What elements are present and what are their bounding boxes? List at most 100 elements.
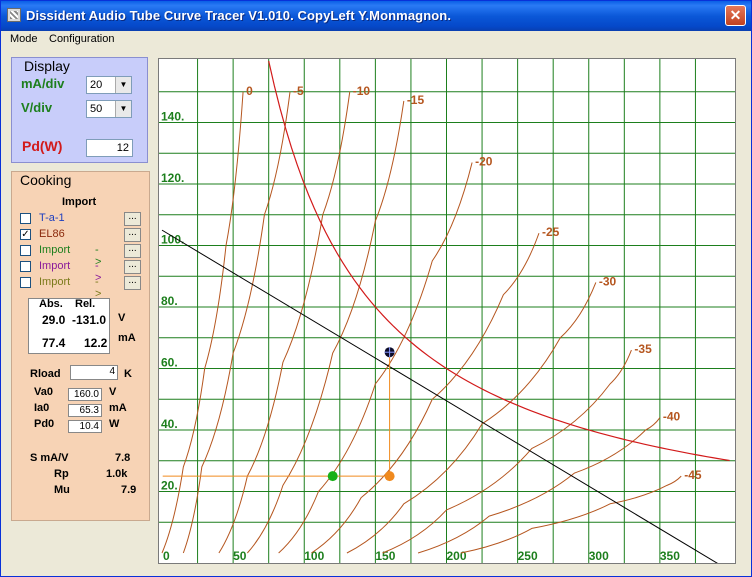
rload-input[interactable]: 4 — [70, 365, 118, 380]
transconductance-value: 7.8 — [115, 452, 131, 464]
current-unit: mA — [118, 332, 136, 344]
curve-label: -35 — [634, 342, 652, 356]
pd0-unit: W — [109, 418, 120, 430]
x-tick-label: 50 — [233, 549, 247, 563]
rel-header: Rel. — [75, 298, 96, 310]
window-title: Dissident Audio Tube Curve Tracer V1.010… — [26, 8, 452, 23]
curve-label: -30 — [599, 274, 617, 288]
y-tick-label: 80. — [161, 294, 178, 308]
tube-name: Import — [39, 244, 71, 256]
x-tick-label: 300 — [589, 549, 609, 563]
ia0-value: 65.3 — [68, 404, 102, 417]
pd0-value: 10.4 — [68, 420, 102, 433]
cooking-panel-title: Cooking — [20, 172, 72, 188]
ma-div-select[interactable]: 20 ▼ — [86, 76, 132, 94]
y-tick-label: 40. — [161, 417, 178, 431]
curve-plot[interactable]: 0 50 100 150 200 250 300 350 20. 40. 60. 80. 100. 120… — [158, 58, 736, 564]
grid-curve — [182, 91, 291, 554]
ia0-label: Ia0 — [34, 402, 50, 414]
cooking-panel: Cooking Import T-a-1 ✓ EL86 Import -> Im… — [11, 171, 150, 521]
menu-bar: Mode Configuration — [1, 31, 751, 49]
tube-browse-button[interactable]: ... — [124, 228, 141, 242]
import-title: Import — [62, 196, 97, 208]
tube-checkbox[interactable] — [20, 261, 31, 272]
title-bar[interactable]: Dissident Audio Tube Curve Tracer V1.010… — [1, 1, 751, 31]
v-div-value: 50 — [90, 103, 103, 115]
y-tick-label: 120. — [161, 171, 184, 185]
curve-label: -25 — [542, 225, 560, 239]
y-tick-label: 140. — [161, 110, 184, 124]
display-panel-title: Display — [22, 58, 72, 74]
curve-label: -20 — [475, 154, 493, 168]
rel-voltage: -131.0 — [72, 313, 107, 327]
tube-checkbox[interactable] — [20, 277, 31, 288]
chevron-down-icon[interactable]: ▼ — [115, 77, 131, 93]
ma-div-value: 20 — [90, 79, 103, 91]
tube-checkbox[interactable] — [20, 213, 31, 224]
curve-label: -45 — [684, 468, 702, 482]
y-tick-label: 20. — [161, 479, 178, 493]
ma-div-label: mA/div — [21, 76, 65, 91]
rp-value: 1.0k — [106, 468, 128, 480]
grid-curve — [311, 233, 540, 554]
rload-label: Rload — [30, 368, 61, 380]
tube-name: T-a-1 — [39, 212, 65, 224]
curve-label: 0 — [246, 84, 253, 98]
x-tick-label: 250 — [518, 549, 538, 563]
close-button[interactable]: ✕ — [725, 5, 746, 26]
pd0-label: Pd0 — [34, 418, 55, 430]
cursor-origin-marker — [327, 471, 338, 482]
curve-plot-svg[interactable]: 0 50 100 150 200 250 300 35020.40.60.80.100.120… — [159, 59, 735, 563]
y-tick-label: 100. — [161, 233, 184, 247]
curve-label: -40 — [663, 410, 681, 424]
va0-unit: V — [109, 386, 117, 398]
cursor-marker — [384, 471, 395, 482]
voltage-unit: V — [118, 312, 126, 324]
pd-label: Pd(W) — [22, 138, 63, 154]
x-tick-label: 0 — [163, 549, 170, 563]
curve-label: -10 — [353, 84, 371, 98]
x-tick-label: 200 — [447, 549, 467, 563]
power-hyperbola — [268, 60, 730, 462]
display-panel: Display mA/div 20 ▼ V/div 50 ▼ Pd(W) 12 — [11, 57, 148, 163]
tube-name: Import — [39, 276, 71, 288]
ia0-unit: mA — [109, 402, 127, 414]
grid-curve — [417, 417, 661, 554]
tube-name: EL86 — [39, 228, 65, 240]
tube-browse-button[interactable]: ... — [124, 260, 141, 274]
y-tick-label: 60. — [161, 356, 178, 370]
tube-browse-button[interactable]: ... — [124, 244, 141, 258]
curve-label: -15 — [407, 93, 425, 107]
app-icon — [7, 8, 21, 22]
curve-label: -5 — [293, 84, 304, 98]
grid-curve — [346, 282, 597, 554]
tube-checkbox[interactable] — [20, 245, 31, 256]
abs-header: Abs. — [39, 298, 63, 310]
rel-current: 12.2 — [84, 336, 108, 350]
x-tick-label: 350 — [660, 549, 680, 563]
va0-value: 160.0 — [68, 388, 102, 401]
rp-label: Rp — [54, 468, 69, 480]
chevron-down-icon[interactable]: ▼ — [115, 101, 131, 117]
rload-unit: K — [124, 368, 132, 380]
abs-voltage: 29.0 — [42, 313, 66, 327]
cursor-readout: Abs. Rel. 29.0 -131.0 77.4 12.2 — [28, 298, 110, 354]
pd-input[interactable]: 12 — [86, 139, 133, 157]
tube-browse-button[interactable]: ... — [124, 276, 141, 290]
v-div-select[interactable]: 50 ▼ — [86, 100, 132, 118]
x-tick-label: 150 — [375, 549, 395, 563]
tube-name: Import — [39, 260, 71, 272]
import-arrow: -> — [95, 276, 102, 300]
grid-curve — [246, 100, 405, 554]
v-div-label: V/div — [21, 100, 53, 115]
tube-checkbox[interactable]: ✓ — [20, 229, 31, 240]
va0-label: Va0 — [34, 386, 53, 398]
menu-mode[interactable]: Mode — [10, 33, 38, 45]
app-window: Dissident Audio Tube Curve Tracer V1.010… — [0, 0, 752, 577]
mu-label: Mu — [54, 484, 70, 496]
tube-browse-button[interactable]: ... — [124, 212, 141, 226]
transconductance-label: S mA/V — [30, 452, 69, 464]
abs-current: 77.4 — [42, 336, 66, 350]
mu-value: 7.9 — [121, 484, 137, 496]
menu-configuration[interactable]: Configuration — [49, 33, 114, 45]
